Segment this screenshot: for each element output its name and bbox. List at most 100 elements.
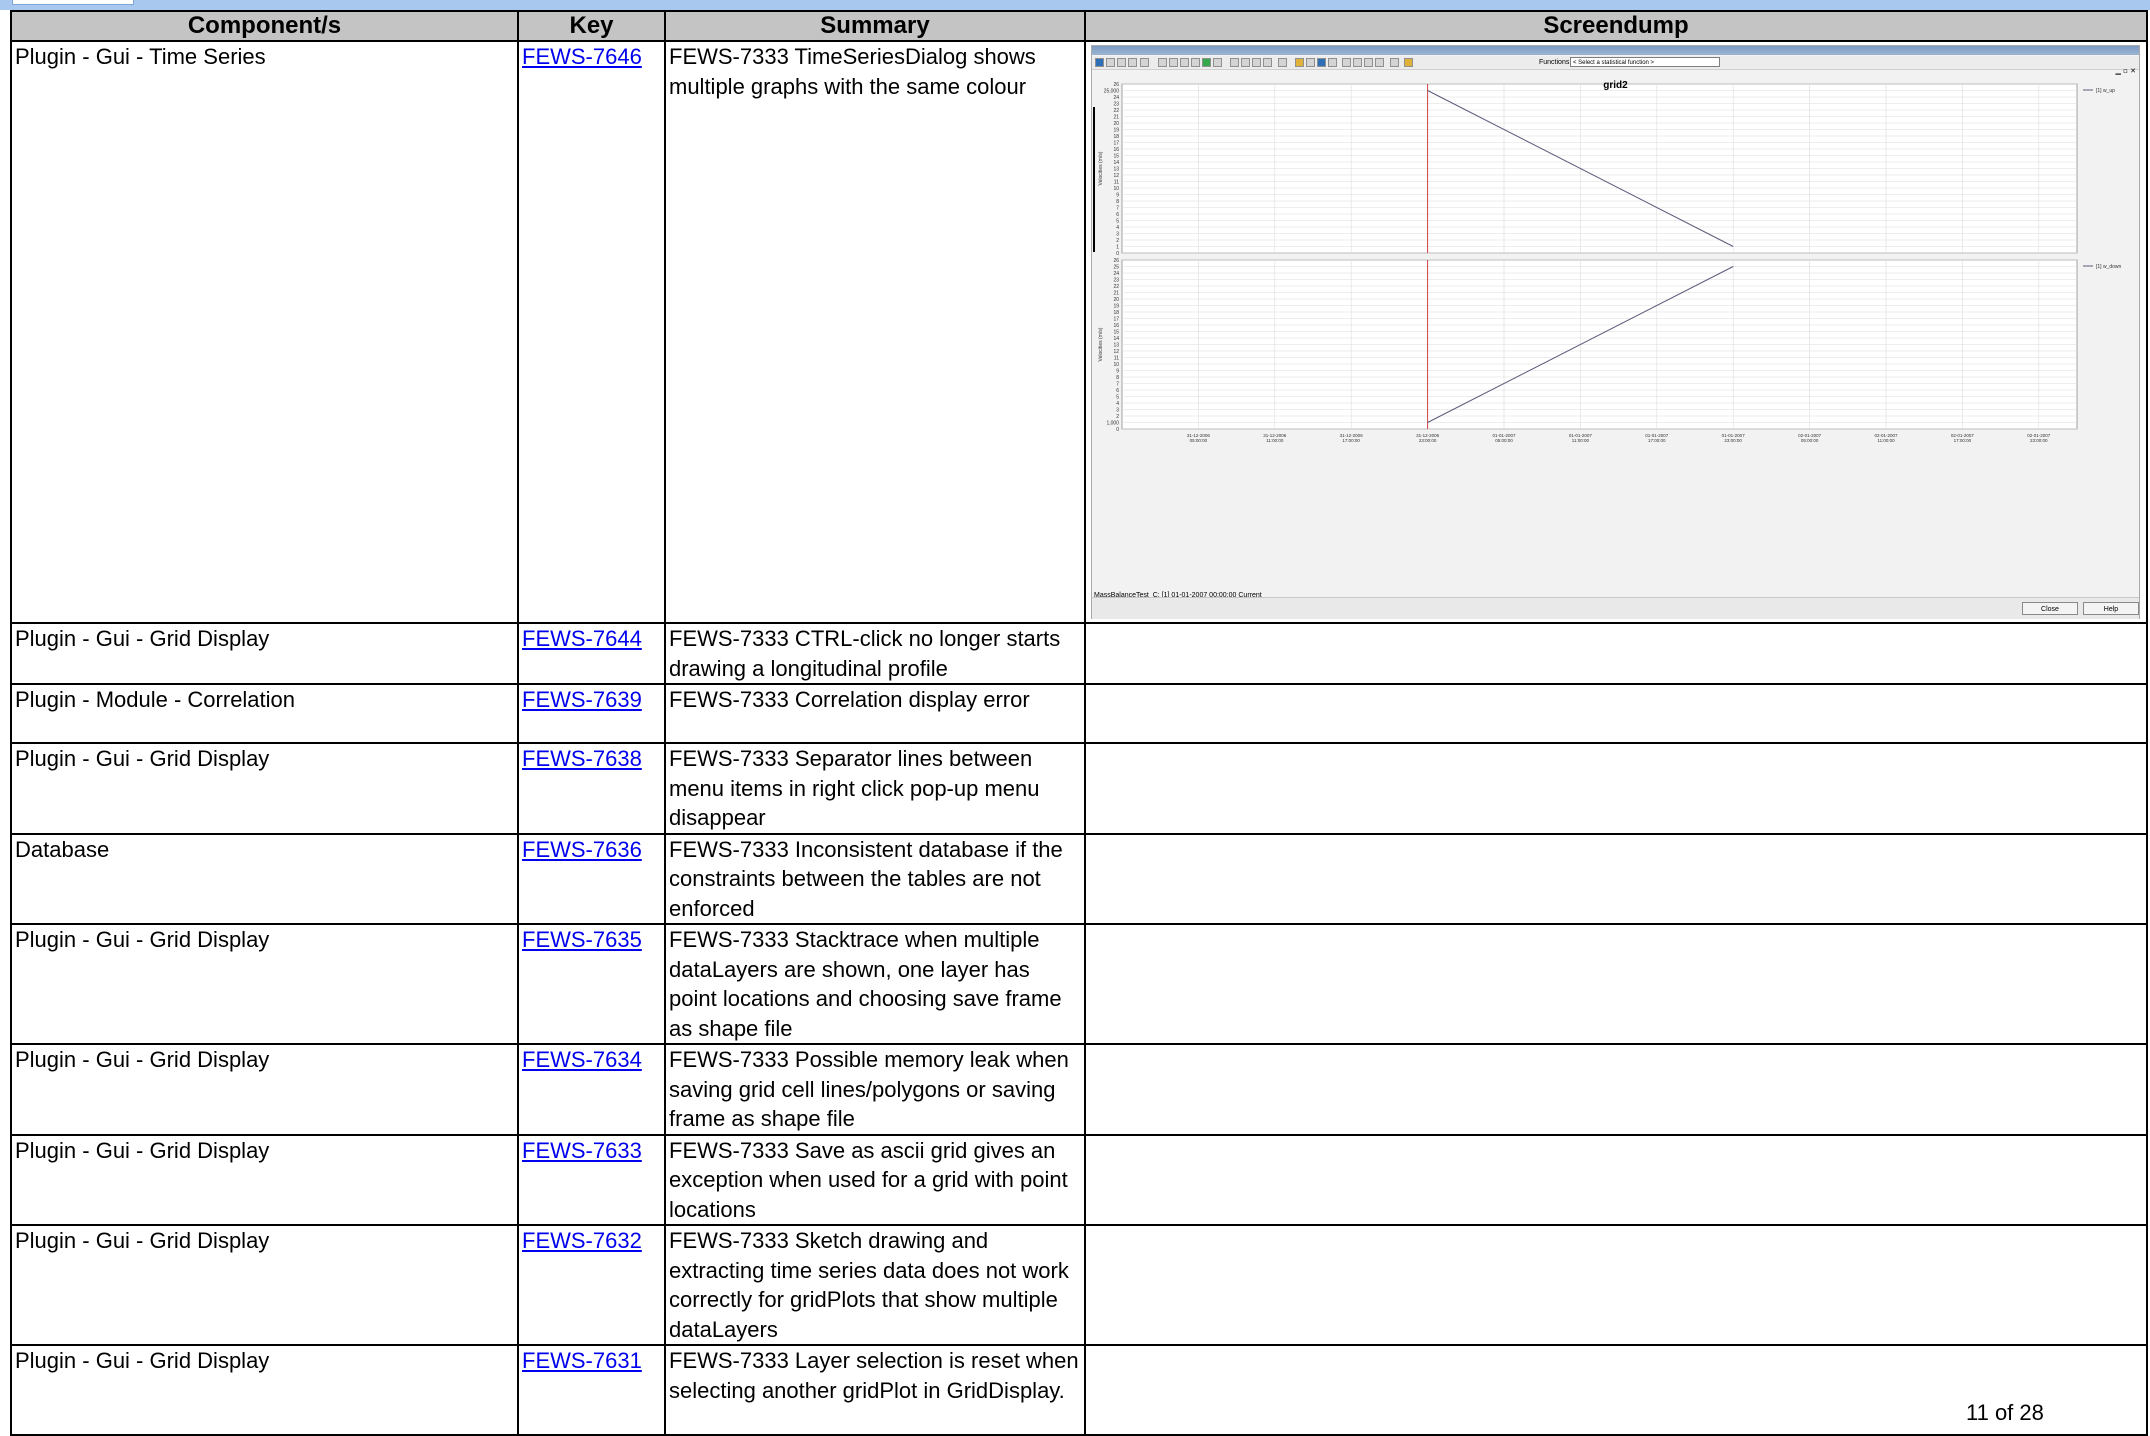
- issue-link[interactable]: FEWS-7631: [522, 1348, 642, 1373]
- cell-summary: FEWS-7333 Possible memory leak when savi…: [664, 1043, 1086, 1136]
- y-tick-label: 11: [1114, 356, 1119, 362]
- y-tick-label: 13: [1113, 167, 1119, 173]
- x-tick-label: 31-12-2006 17:00:00: [1340, 433, 1364, 443]
- x-tick-label: 02-01-2007 17:00:00: [1951, 433, 1975, 443]
- x-tick-label: 01-01-2007 17:00:00: [1645, 433, 1669, 443]
- y-tick-label: 5: [1116, 219, 1119, 225]
- timeseries-dialog-screenshot: Functions < Select a statistical functio…: [1091, 45, 2140, 619]
- refresh-icon[interactable]: [1202, 58, 1211, 67]
- cell-component: Plugin - Gui - Grid Display: [10, 622, 519, 685]
- cell-component: Plugin - Module - Correlation: [10, 683, 519, 744]
- cell-screendump: [1084, 742, 2148, 835]
- cell-screendump: [1084, 923, 2148, 1045]
- y-tick-label: 16: [1113, 323, 1119, 329]
- cell-screendump: [1084, 683, 2148, 744]
- legend-label: [1] w_down: [2096, 264, 2122, 270]
- page-number: 11 of 28: [1966, 1400, 2044, 1425]
- x-tick-label: 01-01-2007 23:00:00: [1722, 433, 1746, 443]
- chart-options-icon[interactable]: [1106, 58, 1115, 67]
- y-tick-label: 9: [1116, 369, 1119, 375]
- edit-icon[interactable]: [1128, 58, 1137, 67]
- magnifier-icon[interactable]: [1191, 58, 1200, 67]
- save-icon[interactable]: [1140, 58, 1149, 67]
- y-tick-label: 20: [1113, 297, 1119, 303]
- printer-icon[interactable]: [1306, 58, 1315, 67]
- zoom-in-icon[interactable]: [1158, 58, 1167, 67]
- table-row: Plugin - Module - Correlation FEWS-7639 …: [10, 683, 2148, 744]
- cell-summary: FEWS-7333 Inconsistent database if the c…: [664, 832, 1086, 925]
- issue-link[interactable]: FEWS-7644: [522, 626, 642, 651]
- table-row: Plugin - Gui - Grid Display FEWS-7635 FE…: [10, 923, 2148, 1045]
- last-step-icon[interactable]: [1375, 58, 1384, 67]
- y-tick-label: 22: [1113, 108, 1119, 114]
- first-step-icon[interactable]: [1342, 58, 1351, 67]
- header-row: Component/s Key Summary Screendump: [10, 10, 2148, 42]
- y-tick-label: 11: [1114, 180, 1119, 186]
- pan-icon[interactable]: [1180, 58, 1189, 67]
- y-tick-label: 17: [1113, 317, 1119, 323]
- help-button[interactable]: Help: [2083, 602, 2139, 615]
- y-axis-label: Velocities (m/s): [1098, 327, 1104, 361]
- table-row: Plugin - Gui - Grid Display FEWS-7631 FE…: [10, 1344, 2148, 1436]
- table-row: Plugin - Gui - Grid Display FEWS-7632 FE…: [10, 1224, 2148, 1346]
- chart-title: grid2: [1603, 80, 1628, 91]
- y-tick-label: 12: [1113, 349, 1119, 355]
- y-tick-label: 14: [1113, 160, 1119, 166]
- dropdown-icon[interactable]: [1117, 58, 1126, 67]
- y-tick-label: 0: [1116, 427, 1119, 433]
- table-row: Database FEWS-7636 FEWS-7333 Inconsisten…: [10, 832, 2148, 925]
- issue-link[interactable]: FEWS-7636: [522, 837, 642, 862]
- graph-icon[interactable]: [1317, 58, 1326, 67]
- layout-icon[interactable]: [1263, 58, 1272, 67]
- grid-toggle-icon[interactable]: [1328, 58, 1337, 67]
- previous-step-icon[interactable]: [1353, 58, 1362, 67]
- y-tick-label: 2: [1116, 414, 1119, 420]
- stop-icon[interactable]: [1213, 58, 1222, 67]
- warning-icon[interactable]: [1295, 58, 1304, 67]
- print-icon[interactable]: [1241, 58, 1250, 67]
- x-tick-label: 01-01-2007 11:00:00: [1569, 433, 1593, 443]
- cell-summary: FEWS-7333 Correlation display error: [664, 683, 1086, 744]
- table-row: Plugin - Gui - Time Series FEWS-7646 FEW…: [10, 40, 2148, 624]
- header-component: Component/s: [10, 10, 519, 42]
- issue-link[interactable]: FEWS-7632: [522, 1228, 642, 1253]
- table-row: Plugin - Gui - Grid Display FEWS-7633 FE…: [10, 1133, 2148, 1226]
- issue-link[interactable]: FEWS-7638: [522, 746, 642, 771]
- copy-icon[interactable]: [1230, 58, 1239, 67]
- issues-table: Component/s Key Summary Screendump Plugi…: [10, 10, 2148, 1436]
- close-button[interactable]: Close: [2022, 602, 2078, 615]
- next-step-icon[interactable]: [1364, 58, 1373, 67]
- issue-link[interactable]: FEWS-7633: [522, 1138, 642, 1163]
- cell-screendump: [1084, 1043, 2148, 1136]
- statistical-function-select[interactable]: < Select a statistical function >: [1570, 57, 1720, 67]
- y-tick-label: 21: [1113, 115, 1119, 121]
- y-axis-label: Velocities (m/s): [1098, 151, 1104, 185]
- cell-screendump: [1084, 832, 2148, 925]
- statistics-icon[interactable]: [1404, 58, 1413, 67]
- y-tick-label: 20: [1113, 121, 1119, 127]
- y-tick-label: 16: [1113, 147, 1119, 153]
- issue-link[interactable]: FEWS-7635: [522, 927, 642, 952]
- zoom-out-icon[interactable]: [1169, 58, 1178, 67]
- y-tick-label: 23: [1113, 102, 1119, 108]
- cell-component: Plugin - Gui - Grid Display: [10, 923, 519, 1045]
- cell-component: Plugin - Gui - Grid Display: [10, 1133, 519, 1226]
- issue-link[interactable]: FEWS-7634: [522, 1047, 642, 1072]
- cell-screendump: Functions < Select a statistical functio…: [1084, 40, 2148, 624]
- y-tick-label: 0: [1116, 251, 1119, 257]
- x-tick-label: 02-01-2007 11:00:00: [1874, 433, 1898, 443]
- issue-link[interactable]: FEWS-7639: [522, 687, 642, 712]
- issue-link[interactable]: FEWS-7646: [522, 44, 642, 69]
- table-view-icon[interactable]: [1095, 58, 1104, 67]
- y-tick-label: 1: [1116, 245, 1119, 251]
- table-row: Plugin - Gui - Grid Display FEWS-7644 FE…: [10, 622, 2148, 685]
- export-icon[interactable]: [1252, 58, 1261, 67]
- cell-summary: FEWS-7333 Save as ascii grid gives an ex…: [664, 1133, 1086, 1226]
- sheet-tab[interactable]: [12, 0, 134, 5]
- comment-icon[interactable]: [1278, 58, 1287, 67]
- x-tick-label: 31-12-2006 05:00:00: [1187, 433, 1211, 443]
- cell-summary: FEWS-7333 CTRL-click no longer starts dr…: [664, 622, 1086, 685]
- y-tick-label: 1,000: [1106, 421, 1119, 427]
- options-icon[interactable]: [1390, 58, 1399, 67]
- cell-component: Plugin - Gui - Grid Display: [10, 1043, 519, 1136]
